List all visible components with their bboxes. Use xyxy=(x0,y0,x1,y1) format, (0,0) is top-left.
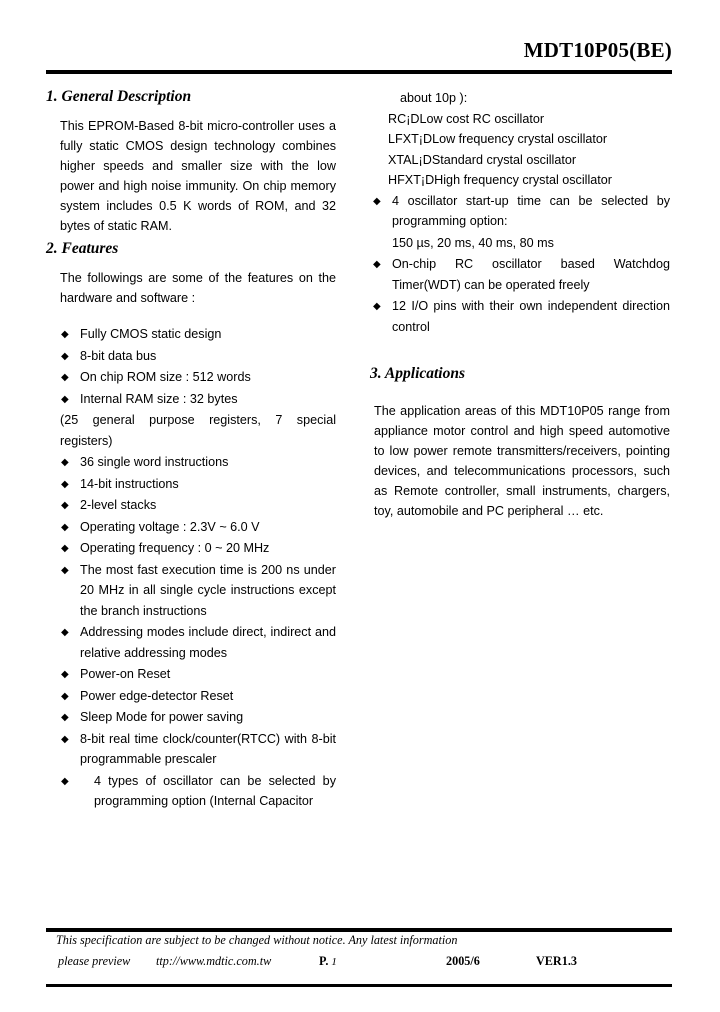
list-item-label: Fully CMOS static design xyxy=(80,327,222,341)
footer-page-text: P. xyxy=(319,954,329,968)
diamond-bullet-icon: ◆ xyxy=(61,372,69,383)
list-item-label: The most fast execution time is 200 ns u… xyxy=(80,562,336,618)
applications-paragraph: The application areas of this MDT10P05 r… xyxy=(374,404,670,518)
list-item: ◆ Internal RAM size : 32 bytes xyxy=(46,389,336,410)
footer-page-label: P. 1 xyxy=(319,954,337,969)
footer-date: 2005/6 xyxy=(446,954,480,968)
list-item-label: Sleep Mode for power saving xyxy=(80,710,244,724)
list-item-label: 2-level stacks xyxy=(80,498,157,512)
diamond-bullet-icon: ◆ xyxy=(373,259,381,270)
list-item-label: 8-bit data bus xyxy=(80,348,157,363)
diamond-bullet-icon: ◆ xyxy=(373,301,381,312)
right-column: about 10p ): RC¡DLow cost RC oscillator … xyxy=(370,88,670,525)
diamond-bullet-icon: ◆ xyxy=(61,669,69,680)
oscillator-option-hfxt: HFXT¡DHigh frequency crystal oscillator xyxy=(388,173,612,187)
footer-version: VER1.3 xyxy=(536,954,577,968)
list-item-label: 4 types of oscillator can be selected by… xyxy=(94,773,336,809)
list-item-label: (25 general purpose registers, 7 special… xyxy=(60,413,336,448)
list-item-label: 14-bit instructions xyxy=(80,476,179,491)
footer-disclaimer: This specification are subject to be cha… xyxy=(56,933,458,947)
list-item: ◆ 4 oscillator start-up time can be selec… xyxy=(370,191,670,232)
list-item-label: Operating voltage : 2.3V ~ 6.0 V xyxy=(80,519,260,534)
list-item: ◆ 14-bit instructions xyxy=(46,474,336,495)
document-page: MDT10P05(BE) 1. General Description This… xyxy=(0,0,720,1012)
list-item-label: 4 oscillator start-up time can be select… xyxy=(392,193,670,229)
list-item: ◆ The most fast execution time is 200 ns … xyxy=(46,560,336,622)
list-item-label: Operating frequency : 0 ~ 20 MHz xyxy=(80,541,270,555)
list-item: ◆ 12 I/O pins with their own independent … xyxy=(370,296,670,337)
diamond-bullet-icon: ◆ xyxy=(61,690,69,702)
oscillator-option-xtal: XTAL¡DStandard crystal oscillator xyxy=(388,152,577,167)
header-rule xyxy=(46,70,672,74)
diamond-bullet-icon: ◆ xyxy=(61,350,69,362)
right-features-list: ◆ 4 oscillator start-up time can be selec… xyxy=(370,191,670,338)
section-heading-features: 2. Features xyxy=(46,240,119,257)
list-item: ◆ 4 types of oscillator can be selected b… xyxy=(46,771,336,812)
diamond-bullet-icon: ◆ xyxy=(61,627,69,638)
list-item-label: On chip ROM size : 512 words xyxy=(80,370,251,384)
diamond-bullet-icon: ◆ xyxy=(61,393,69,405)
list-item: ◆ Addressing modes include direct, indire… xyxy=(46,622,336,663)
diamond-bullet-icon: ◆ xyxy=(61,775,69,787)
diamond-bullet-icon: ◆ xyxy=(61,478,69,490)
section-heading-general-description: 1. General Description xyxy=(46,88,192,105)
footer-rule-top xyxy=(46,928,672,932)
list-item-label: 36 single word instructions xyxy=(80,455,229,469)
diamond-bullet-icon: ◆ xyxy=(61,329,69,340)
footer-page-number: 1 xyxy=(331,956,337,968)
list-item: ◆ 8-bit data bus xyxy=(46,346,336,367)
features-intro: The followings are some of the features … xyxy=(60,271,336,305)
diamond-bullet-icon: ◆ xyxy=(61,733,69,745)
diamond-bullet-icon: ◆ xyxy=(61,543,69,554)
list-item: ◆ 8-bit real time clock/counter(RTCC) wit… xyxy=(46,729,336,770)
list-item: ◆ Operating voltage : 2.3V ~ 6.0 V xyxy=(46,517,336,538)
list-item-label: Power-on Reset xyxy=(80,667,171,681)
list-item-label: 12 I/O pins with their own independent d… xyxy=(392,299,670,334)
features-list: ◆ Fully CMOS static design ◆ 8-bit data bu… xyxy=(46,324,336,812)
page-title: MDT10P05(BE) xyxy=(523,38,672,62)
footer-row: please preview ttp://www.mdtic.com.tw P.… xyxy=(46,954,672,976)
list-item: ◆ On-chip RC oscillator based Watchdog Ti… xyxy=(370,254,670,295)
list-item: ◆ Power-on Reset xyxy=(46,664,336,685)
oscillator-capacitor-note: about 10p ): xyxy=(400,91,468,105)
list-item: ◆ Power edge-detector Reset xyxy=(46,686,336,707)
list-item: 150 µs, 20 ms, 40 ms, 80 ms xyxy=(370,233,670,254)
list-item-label: Power edge-detector Reset xyxy=(80,688,234,703)
oscillator-option-lfxt: LFXT¡DLow frequency crystal oscillator xyxy=(388,132,608,146)
diamond-bullet-icon: ◆ xyxy=(61,457,69,468)
list-item: ◆ Fully CMOS static design xyxy=(46,324,336,345)
list-item-label: Addressing modes include direct, indirec… xyxy=(80,625,336,660)
list-item: ◆ On chip ROM size : 512 words xyxy=(46,367,336,388)
diamond-bullet-icon: ◆ xyxy=(61,500,69,511)
list-item: ◆ Operating frequency : 0 ~ 20 MHz xyxy=(46,538,336,559)
list-item: (25 general purpose registers, 7 special… xyxy=(46,410,336,451)
list-item-label: On-chip RC oscillator based Watchdog Tim… xyxy=(392,257,670,292)
diamond-bullet-icon: ◆ xyxy=(373,195,381,207)
list-item: ◆ Sleep Mode for power saving xyxy=(46,707,336,728)
footer-rule-bottom xyxy=(46,984,672,987)
list-item-label: 8-bit real time clock/counter(RTCC) with… xyxy=(80,731,336,767)
oscillator-option-rc: RC¡DLow cost RC oscillator xyxy=(388,111,545,126)
diamond-bullet-icon: ◆ xyxy=(61,521,69,533)
general-description-paragraph: This EPROM-Based 8-bit micro-controller … xyxy=(60,119,336,233)
list-item: ◆ 2-level stacks xyxy=(46,495,336,516)
section-heading-applications: 3. Applications xyxy=(370,365,466,382)
diamond-bullet-icon: ◆ xyxy=(61,564,69,576)
list-item-label: Internal RAM size : 32 bytes xyxy=(80,391,238,406)
diamond-bullet-icon: ◆ xyxy=(61,712,69,723)
list-item: ◆ 36 single word instructions xyxy=(46,452,336,473)
left-column: 1. General Description This EPROM-Based … xyxy=(46,88,336,813)
footer-url[interactable]: ttp://www.mdtic.com.tw xyxy=(156,954,271,969)
list-item-label: 150 µs, 20 ms, 40 ms, 80 ms xyxy=(392,235,554,250)
footer-preview-label: please preview xyxy=(58,954,131,968)
